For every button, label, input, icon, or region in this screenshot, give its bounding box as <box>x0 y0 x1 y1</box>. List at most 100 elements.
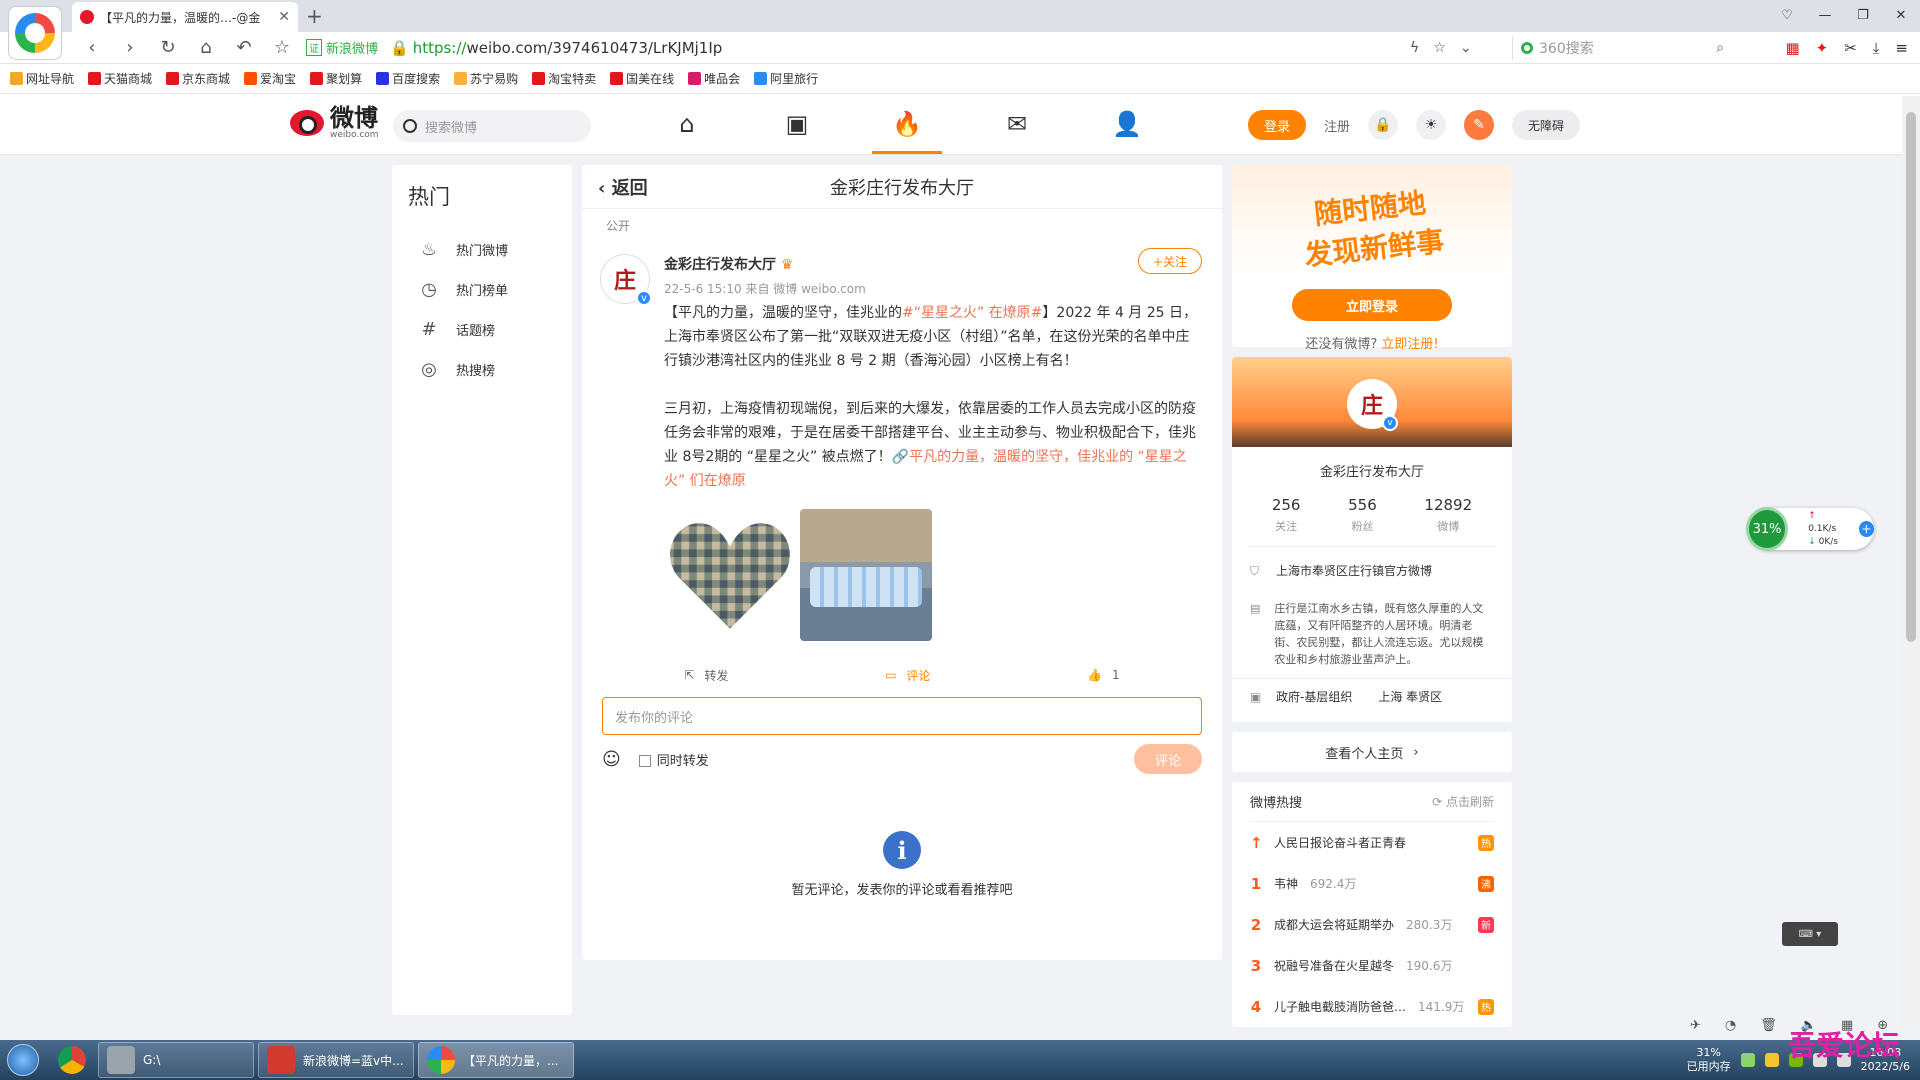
accessibility-button[interactable]: 无障碍 <box>1512 110 1581 140</box>
nav-message-icon[interactable]: ✉ <box>962 94 1072 154</box>
start-button[interactable] <box>0 1041 46 1079</box>
theme-sun-icon[interactable]: ☀ <box>1416 110 1447 140</box>
location-text: 上海 奉贤区 <box>1378 690 1443 704</box>
download-icon[interactable]: ⤓ <box>1873 39 1880 57</box>
taskbar-explorer[interactable]: G:\ <box>98 1042 254 1078</box>
sidebar-item-hot-list[interactable]: ◷ 热门榜单 <box>408 269 556 309</box>
wechat-tray-icon[interactable] <box>1740 1053 1755 1067</box>
stat-followers[interactable]: 556 粉丝 <box>1348 496 1377 534</box>
home-icon[interactable]: ⌂ <box>192 37 220 58</box>
sidebar-item-topics[interactable]: # 话题榜 <box>408 309 556 349</box>
post-time[interactable]: 22-5-6 15:10 <box>664 282 742 296</box>
plane-icon[interactable]: ✈ <box>1690 1018 1701 1033</box>
compose-icon[interactable]: ✎ <box>1464 110 1495 140</box>
stat-posts[interactable]: 12892 微博 <box>1424 496 1472 534</box>
login-button[interactable]: 登录 <box>1248 110 1306 140</box>
nav-profile-icon[interactable]: 👤 <box>1072 94 1182 154</box>
memory-usage[interactable]: 31% 已用内存 <box>1687 1046 1731 1074</box>
follow-button[interactable]: +关注 <box>1138 248 1202 274</box>
bookmark-star-icon[interactable]: ☆ <box>1433 40 1446 56</box>
cert-icon: 证 <box>306 39 322 56</box>
forward-arrow-icon[interactable]: › <box>116 37 144 58</box>
close-tab-icon[interactable]: ✕ <box>278 9 290 25</box>
post-image-heart-collage[interactable] <box>664 509 796 641</box>
register-now-link[interactable]: 立即注册! <box>1381 337 1438 352</box>
scissors-icon[interactable]: ✂ <box>1844 39 1857 57</box>
sidebar-item-hot-search[interactable]: ◎ 热搜榜 <box>408 349 556 389</box>
sidebar-item-hot-weibo[interactable]: ♨ 热门微博 <box>408 229 556 269</box>
topic-tag-link[interactable]: #“星星之火” 在燎原# <box>902 305 1042 321</box>
comment-input[interactable]: 发布你的评论 <box>602 697 1202 735</box>
nav-home-icon[interactable]: ⌂ <box>632 94 742 154</box>
security-tray-icon[interactable] <box>1764 1053 1779 1067</box>
url-field[interactable]: 🔒 https://weibo.com/3974610473/LrKJMj1Ip <box>390 39 722 57</box>
bookmark-item[interactable]: 淘宝特卖 <box>532 70 596 87</box>
bookmark-item[interactable]: 百度搜索 <box>376 70 440 87</box>
bookmark-item[interactable]: 天猫商城 <box>88 70 152 87</box>
nav-hot-icon[interactable]: 🔥 <box>852 94 962 154</box>
speed-icon[interactable]: ◔ <box>1725 1018 1736 1033</box>
register-link[interactable]: 注册 <box>1324 116 1350 135</box>
lock-icon[interactable]: 🔒 <box>1368 110 1399 140</box>
emoji-icon[interactable]: ☺ <box>602 749 621 770</box>
search-icon[interactable]: ⌕ <box>1716 40 1724 56</box>
bookmark-item[interactable]: 唯品会 <box>688 70 740 87</box>
bookmark-item[interactable]: 网址导航 <box>10 70 74 87</box>
close-window-button[interactable]: ✕ <box>1882 0 1920 30</box>
comment-tab-button[interactable]: ▭ 评论 <box>885 667 930 684</box>
taskbar-browser[interactable]: 【平凡的力量，... <box>418 1042 574 1078</box>
refresh-button[interactable]: ⟳ 点击刷新 <box>1432 793 1494 810</box>
hot-search-item[interactable]: 2 成都大运会将延期举办 280.3万 新 <box>1250 904 1494 945</box>
favorite-star-icon[interactable]: ☆ <box>268 37 296 58</box>
widget-plus-icon[interactable]: + <box>1858 521 1874 537</box>
undo-icon[interactable]: ↶ <box>230 37 258 58</box>
minimize-button[interactable]: — <box>1806 0 1844 30</box>
scrollbar-thumb[interactable] <box>1906 112 1916 642</box>
repost-button[interactable]: ⇱ 转发 <box>684 667 728 684</box>
refresh-icon[interactable]: ↻ <box>154 37 182 58</box>
apps-grid-icon[interactable]: ▦ <box>1785 39 1799 57</box>
hot-search-item[interactable]: ↑ 人民日报论奋斗者正青春 热 <box>1250 822 1494 863</box>
hot-search-item[interactable]: 3 祝融号准备在火星越冬 190.6万 <box>1250 945 1494 986</box>
bookmark-item[interactable]: 京东商城 <box>166 70 230 87</box>
menu-icon[interactable]: ≡ <box>1895 39 1908 57</box>
back-arrow-icon[interactable]: ‹ <box>78 37 106 58</box>
view-homepage-button[interactable]: 查看个人主页 › <box>1232 732 1512 772</box>
hot-search-item[interactable]: 1 韦神 692.4万 沸 <box>1250 863 1494 904</box>
weibo-logo[interactable]: 微博 weibo.com <box>290 106 379 140</box>
stat-following[interactable]: 256 关注 <box>1272 496 1301 534</box>
browser-logo-icon[interactable] <box>8 6 62 60</box>
page-scrollbar[interactable] <box>1902 96 1920 1024</box>
bookmark-item[interactable]: 聚划算 <box>310 70 362 87</box>
skin-icon[interactable]: ♡ <box>1768 0 1806 30</box>
network-monitor-widget[interactable]: 31% ↑ 0.1K/s ↓ 0K/s + <box>1746 507 1874 551</box>
dropdown-chevron-icon[interactable]: ⌄ <box>1460 40 1472 56</box>
new-tab-button[interactable]: + <box>306 4 323 28</box>
maximize-button[interactable]: ❐ <box>1844 0 1882 30</box>
nav-video-icon[interactable]: ▣ <box>742 94 852 154</box>
profile-name[interactable]: 金彩庄行发布大厅 <box>1232 447 1512 496</box>
game-icon[interactable]: ✦ <box>1816 39 1829 57</box>
back-button[interactable]: ‹ 返回 <box>598 174 648 200</box>
hot-search-item[interactable]: 4 儿子触电截肢消防爸爸… 141.9万热 <box>1250 986 1494 1027</box>
post-image-group-photo[interactable] <box>800 509 932 641</box>
lightning-icon[interactable]: ϟ <box>1410 40 1419 56</box>
engine-search-box[interactable]: 360搜索 ⌕ <box>1512 35 1724 60</box>
also-repost-checkbox[interactable]: 同时转发 <box>638 750 709 769</box>
trash-icon[interactable]: 🗑 <box>1760 1018 1777 1033</box>
bookmark-item[interactable]: 阿里旅行 <box>754 70 818 87</box>
keyboard-icon[interactable]: ⌨ ▾ <box>1782 922 1838 946</box>
browser-tab-active[interactable]: 【平凡的力量，温暖的…-@金 ✕ <box>72 2 298 32</box>
login-now-button[interactable]: 立即登录 <box>1292 289 1452 321</box>
submit-comment-button[interactable]: 评论 <box>1134 744 1202 774</box>
cert-badge[interactable]: 证 新浪微博 <box>306 38 378 57</box>
taskbar-chrome[interactable] <box>50 1042 94 1078</box>
bookmark-item[interactable]: 苏宁易购 <box>454 70 518 87</box>
like-button[interactable]: 👍 1 <box>1087 668 1120 682</box>
bookmark-item[interactable]: 爱淘宝 <box>244 70 296 87</box>
weibo-search-input[interactable]: 搜索微博 <box>393 110 591 142</box>
bookmark-item[interactable]: 国美在线 <box>610 70 674 87</box>
view-home-label: 查看个人主页 <box>1325 746 1404 762</box>
taskbar-weibo-app[interactable]: 新浪微博=蓝v中... <box>258 1042 414 1078</box>
author-name[interactable]: 金彩庄行发布大厅 ♛ <box>664 242 1198 274</box>
